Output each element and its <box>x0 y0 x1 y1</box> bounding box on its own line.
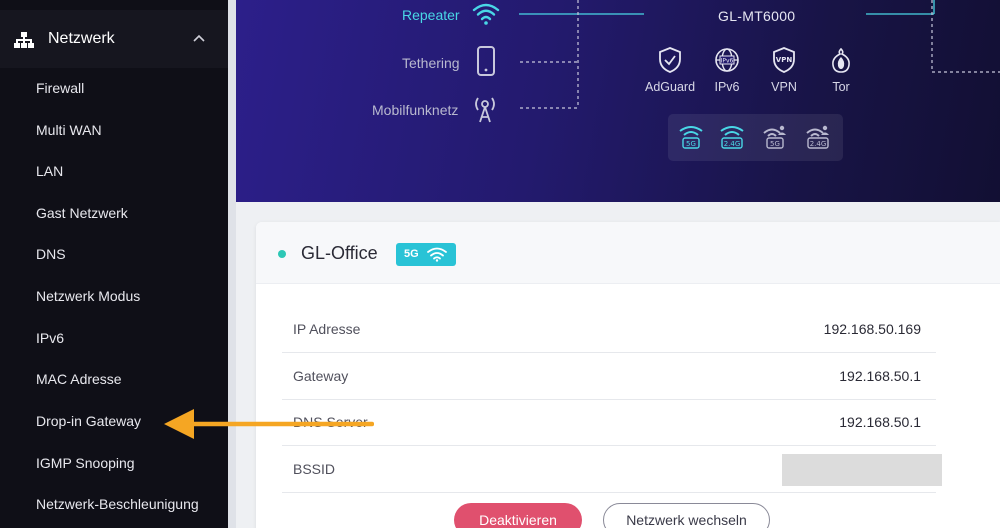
deactivate-button[interactable]: Deaktivieren <box>454 503 582 528</box>
onion-icon <box>832 47 850 73</box>
sidebar-item-label: Netzwerk Modus <box>36 288 141 304</box>
band-badge: 5G <box>396 243 456 266</box>
info-row-dns-server: DNS Server 192.168.50.1 <box>282 399 936 446</box>
smartphone-icon[interactable] <box>476 46 496 76</box>
sidebar-item-label: Gast Netzwerk <box>36 205 128 221</box>
connection-card: GL-Office 5G IP Adresse 192.168.50.169 G… <box>256 222 1000 528</box>
info-row-key: Gateway <box>293 368 349 384</box>
sidebar: Netzwerk Firewall Multi WAN LAN Gast Net… <box>0 0 228 528</box>
mode-repeater-label[interactable]: Repeater <box>402 7 460 23</box>
guest-wifi-5g-icon[interactable]: 5G <box>762 124 788 150</box>
mode-mobilfunknetz-label[interactable]: Mobilfunknetz <box>372 102 458 118</box>
vpn-shield-icon: VPN <box>773 47 795 73</box>
wifi-icon[interactable] <box>472 2 500 26</box>
globe-ipv6-icon: IPv6 <box>715 48 739 72</box>
sidebar-item-igmp-snooping[interactable]: IGMP Snooping <box>0 443 228 483</box>
guest-wifi-24g-icon[interactable]: 2.4G <box>805 124 831 150</box>
sidebar-section-title: Netzwerk <box>48 30 115 47</box>
sidebar-item-label: LAN <box>36 163 64 179</box>
info-row-gateway: Gateway 192.168.50.1 <box>282 353 936 400</box>
sidebar-item-gast-netzwerk[interactable]: Gast Netzwerk <box>0 193 228 233</box>
band-label: 5G <box>770 140 780 148</box>
svg-text:IPv6: IPv6 <box>721 58 734 65</box>
info-row-value: 192.168.50.169 <box>823 321 921 337</box>
feature-label: AdGuard <box>644 80 696 94</box>
wifi-24g-icon[interactable]: 2.4G <box>719 124 745 150</box>
sidebar-item-label: IPv6 <box>36 330 65 346</box>
feature-label: IPv6 <box>714 80 740 94</box>
topology-lines <box>519 0 1000 109</box>
sidebar-item-lan[interactable]: LAN <box>0 151 228 191</box>
device-name: GL-MT6000 <box>718 8 796 24</box>
wifi-5g-icon[interactable]: 5G <box>678 124 704 150</box>
sidebar-item-label: DNS <box>36 246 66 262</box>
connected-ssid: GL-Office <box>301 243 378 263</box>
info-row-ip-address: IP Adresse 192.168.50.169 <box>282 306 936 353</box>
sidebar-item-label: Drop-in Gateway <box>36 413 142 429</box>
feature-tor[interactable]: Tor <box>813 46 869 94</box>
feature-adguard[interactable]: AdGuard <box>642 46 698 94</box>
chevron-up-icon[interactable] <box>192 34 206 44</box>
topology-banner: Repeater Tethering Mobilfunknetz GL-MT60… <box>236 0 1000 202</box>
sidebar-item-dns[interactable]: DNS <box>0 234 228 274</box>
sidebar-item-label: Netzwerk-Beschleunigung <box>36 496 199 512</box>
redacted-bssid-value <box>782 454 942 486</box>
info-row-bssid: BSSID <box>282 446 942 493</box>
sidebar-item-netzwerk-beschleunigung[interactable]: Netzwerk-Beschleunigung <box>0 484 228 524</box>
sidebar-item-label: IGMP Snooping <box>36 455 135 471</box>
sidebar-item-multi-wan[interactable]: Multi WAN <box>0 110 228 150</box>
connected-status-dot <box>278 250 286 258</box>
info-row-value: 192.168.50.1 <box>839 414 921 430</box>
switch-network-button[interactable]: Netzwerk wechseln <box>603 503 770 528</box>
band-label: 2.4G <box>724 140 741 148</box>
annotation-arrow <box>164 409 374 439</box>
shield-check-icon <box>659 47 681 73</box>
svg-text:VPN: VPN <box>776 56 793 64</box>
feature-label: Tor <box>832 80 850 94</box>
connection-card-header: GL-Office 5G <box>256 222 1000 284</box>
sidebar-item-mac-adresse[interactable]: MAC Adresse <box>0 359 228 399</box>
sidebar-item-label: MAC Adresse <box>36 371 122 387</box>
info-row-key: BSSID <box>293 461 336 477</box>
sidebar-divider <box>228 0 236 528</box>
wifi-bands-panel: 5G 2.4G 5G 2.4G <box>668 114 843 161</box>
sidebar-item-label: Multi WAN <box>36 122 102 138</box>
feature-label: VPN <box>771 80 797 94</box>
feature-vpn[interactable]: VPN VPN <box>756 46 812 94</box>
mode-tethering-label[interactable]: Tethering <box>402 55 460 71</box>
sidebar-section-netzwerk[interactable]: Netzwerk <box>0 10 228 68</box>
feature-ipv6[interactable]: IPv6 IPv6 <box>699 46 755 94</box>
sidebar-item-ipv6[interactable]: IPv6 <box>0 318 228 358</box>
sidebar-item-netzwerk-modus[interactable]: Netzwerk Modus <box>0 276 228 316</box>
band-badge-label: 5G <box>404 248 419 260</box>
sidebar-item-label: Firewall <box>36 80 85 96</box>
band-label: 5G <box>686 140 696 148</box>
network-icon <box>14 32 34 48</box>
info-row-key: IP Adresse <box>293 321 361 337</box>
info-row-value: 192.168.50.1 <box>839 368 921 384</box>
cellular-tower-icon[interactable] <box>472 94 498 124</box>
band-label: 2.4G <box>810 140 827 148</box>
sidebar-item-firewall[interactable]: Firewall <box>0 68 228 108</box>
wifi-icon <box>427 247 447 262</box>
